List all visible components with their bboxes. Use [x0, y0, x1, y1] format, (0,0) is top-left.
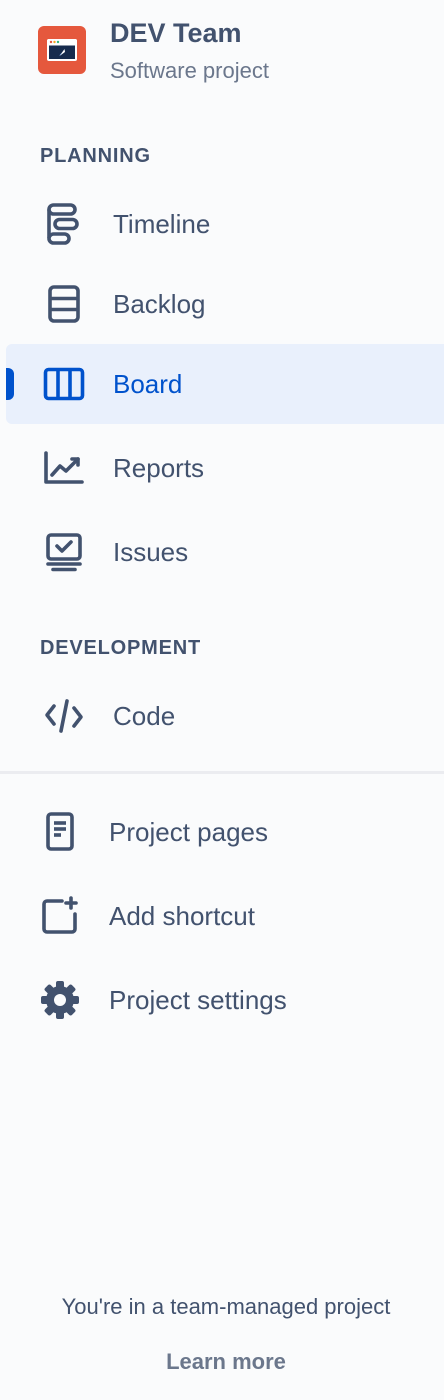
reports-icon: [42, 446, 86, 490]
sidebar-item-label: Backlog: [113, 288, 206, 319]
learn-more-link[interactable]: Learn more: [0, 1349, 444, 1375]
section-label-development: DEVELOPMENT: [40, 637, 202, 659]
issues-icon: [42, 530, 86, 574]
section-label-planning: PLANNING: [40, 145, 151, 167]
board-icon: [42, 362, 86, 406]
project-type: Software project: [110, 58, 269, 83]
team-managed-notice: You're in a team-managed project: [61, 1294, 391, 1319]
sidebar-item-timeline[interactable]: Timeline: [6, 184, 444, 264]
project-header[interactable]: DEV Team Software project: [38, 16, 269, 86]
sidebar-item-label: Reports: [113, 452, 205, 483]
sidebar-item-project-settings[interactable]: Project settings: [6, 960, 444, 1040]
sidebar-item-issues[interactable]: Issues: [6, 512, 444, 592]
project-avatar: [38, 26, 86, 74]
sidebar-item-label: Board: [113, 368, 183, 399]
sidebar-item-label: Add shortcut: [109, 900, 255, 931]
project-name: DEV Team: [110, 18, 242, 48]
sidebar-item-backlog[interactable]: Backlog: [6, 264, 444, 344]
project-sidebar: DEV Team Software project PLANNING Timel…: [0, 0, 444, 1400]
add-shortcut-icon: [38, 894, 82, 938]
sidebar-item-label: Project settings: [109, 984, 287, 1015]
sidebar-item-add-shortcut[interactable]: Add shortcut: [6, 876, 444, 956]
sidebar-item-label: Project pages: [109, 816, 268, 847]
rocket-window-icon: [47, 39, 77, 61]
page-icon: [38, 810, 82, 854]
sidebar-divider: [0, 771, 444, 774]
sidebar-item-project-pages[interactable]: Project pages: [6, 792, 444, 872]
sidebar-item-label: Issues: [113, 536, 189, 567]
backlog-icon: [42, 282, 86, 326]
sidebar-item-label: Timeline: [113, 208, 211, 239]
sidebar-item-reports[interactable]: Reports: [6, 428, 444, 508]
sidebar-item-label: Code: [113, 700, 176, 731]
sidebar-item-code[interactable]: Code: [6, 676, 444, 756]
sidebar-item-board[interactable]: Board: [6, 344, 444, 424]
timeline-icon: [42, 202, 86, 246]
code-icon: [42, 694, 86, 738]
gear-icon: [38, 978, 82, 1022]
